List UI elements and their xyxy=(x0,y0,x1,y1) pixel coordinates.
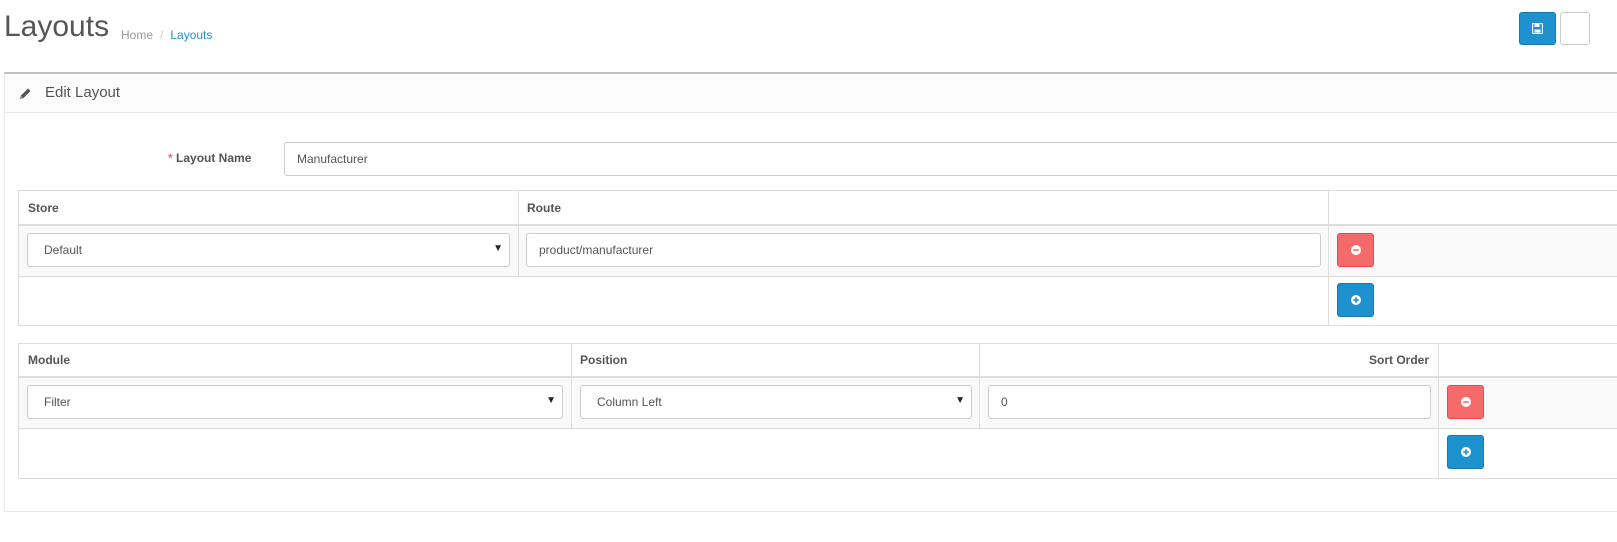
store-select[interactable]: Default ▼ xyxy=(27,233,510,267)
layout-name-label-text: Layout Name xyxy=(176,151,252,165)
breadcrumb-separator: / xyxy=(160,28,164,42)
page-title: Layouts xyxy=(4,10,110,43)
breadcrumb: Home / Layouts xyxy=(121,28,212,42)
layout-name-label: * Layout Name xyxy=(168,151,251,165)
minus-circle-icon xyxy=(1460,397,1471,407)
sort-order-input[interactable]: 0 xyxy=(988,385,1431,419)
module-select[interactable]: Filter ▼ xyxy=(27,385,563,419)
add-module-button[interactable] xyxy=(1447,435,1484,469)
panel-title: Edit Layout xyxy=(45,84,121,101)
add-route-button[interactable] xyxy=(1337,283,1374,317)
store-select-value: Default xyxy=(44,243,83,257)
pencil-icon xyxy=(20,88,31,99)
page-header: Layouts Home / Layouts xyxy=(0,0,1617,60)
plus-circle-icon xyxy=(1460,447,1471,457)
back-button[interactable] xyxy=(1560,12,1590,45)
chevron-down-icon: ▼ xyxy=(493,243,503,254)
remove-route-button[interactable] xyxy=(1337,233,1374,267)
save-button[interactable] xyxy=(1519,12,1556,45)
position-select[interactable]: Column Left ▼ xyxy=(580,385,972,419)
plus-circle-icon xyxy=(1350,295,1361,305)
column-header-module: Module xyxy=(28,353,70,367)
module-select-value: Filter xyxy=(44,395,71,409)
chevron-down-icon: ▼ xyxy=(546,395,556,406)
breadcrumb-home[interactable]: Home xyxy=(121,28,153,42)
column-header-store: Store xyxy=(28,201,59,215)
required-mark: * xyxy=(168,151,173,165)
breadcrumb-layouts[interactable]: Layouts xyxy=(170,28,212,42)
route-input[interactable]: product/manufacturer xyxy=(526,233,1321,267)
column-header-sort-order: Sort Order xyxy=(1369,353,1430,367)
layout-name-input[interactable]: Manufacturer xyxy=(284,142,1617,176)
column-header-position: Position xyxy=(580,353,628,367)
column-header-route: Route xyxy=(527,201,561,215)
save-icon xyxy=(1532,23,1543,34)
minus-circle-icon xyxy=(1350,245,1361,255)
position-select-value: Column Left xyxy=(597,395,662,409)
remove-module-button[interactable] xyxy=(1447,385,1484,419)
chevron-down-icon: ▼ xyxy=(955,395,965,406)
panel-heading: Edit Layout xyxy=(5,74,1617,113)
